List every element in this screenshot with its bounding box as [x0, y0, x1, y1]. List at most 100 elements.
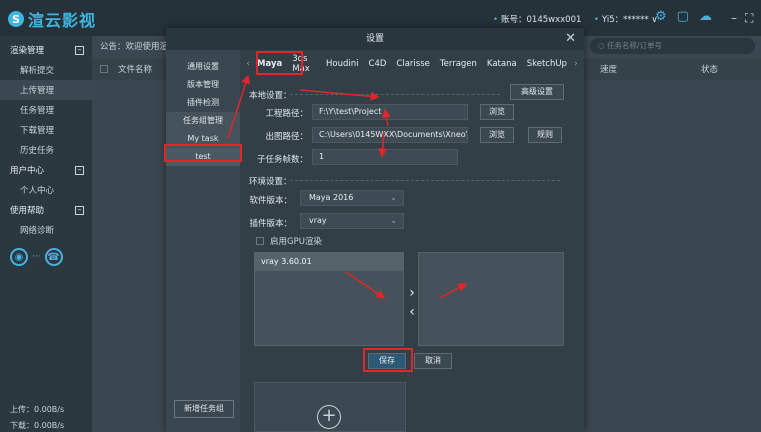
file-list-header: 文件名称	[92, 58, 166, 80]
plugin-version-value: vray	[309, 216, 327, 225]
sidebar-item-download[interactable]: 下载管理	[0, 120, 92, 140]
tab-3dsmax[interactable]: 3ds Max	[287, 54, 321, 74]
cloud-icon[interactable]: ☁	[699, 9, 712, 24]
upload-speed: 上传：0.00B/s	[10, 405, 65, 414]
env-settings-label: 环境设置：	[249, 177, 292, 187]
gpu-render-label: 启用GPU渲染	[270, 237, 322, 247]
divider	[290, 94, 500, 95]
search-icon: ○	[598, 41, 607, 50]
gift-icon[interactable]: ▢	[677, 9, 689, 24]
tab-maya[interactable]: Maya	[252, 59, 287, 69]
add-config-card[interactable]: +	[254, 382, 406, 432]
plugin-version-label: 插件版本：	[249, 219, 292, 229]
settings-menu: 通用设置 版本管理 插件检测 任务组管理 My task test 新增任务组	[166, 50, 240, 432]
project-path-label: 工程路径：	[265, 109, 308, 119]
available-plugin-list[interactable]: vray 3.60.01	[254, 252, 404, 346]
sidebar-group-label: 使用帮助	[10, 206, 45, 216]
advanced-settings-button[interactable]: 高级设置	[510, 84, 564, 100]
subframes-input[interactable]: 1	[312, 149, 458, 165]
plus-icon[interactable]: +	[317, 405, 341, 429]
sidebar-group-help[interactable]: 使用帮助 –	[0, 200, 92, 220]
save-button[interactable]: 保存	[368, 353, 406, 369]
move-left-icon[interactable]: ‹	[405, 304, 419, 320]
chevron-down-icon: ⌄	[390, 193, 397, 202]
subframes-label: 子任务帧数：	[256, 155, 308, 165]
tab-sketchup[interactable]: SketchUp	[522, 59, 572, 69]
tab-next-icon[interactable]: ›	[572, 59, 580, 69]
software-version-select[interactable]: Maya 2016 ⌄	[300, 190, 404, 206]
sidebar-item-network[interactable]: 网络诊断	[0, 220, 92, 240]
sidebar-group-label: 用户中心	[10, 166, 45, 176]
menu-task-group[interactable]: 任务组管理	[166, 112, 240, 130]
logo-icon: S	[8, 11, 24, 27]
app-logo: S 渲云影视	[8, 7, 96, 31]
collapse-icon[interactable]: –	[75, 205, 84, 215]
menu-version[interactable]: 版本管理	[166, 76, 240, 94]
menu-plugin-check[interactable]: 插件检测	[166, 94, 240, 112]
sidebar-group-label: 渲染管理	[10, 46, 45, 56]
sidebar-item-parse[interactable]: 解析提交	[0, 60, 92, 80]
project-browse-button[interactable]: 浏览	[480, 104, 514, 120]
sidebar-item-history[interactable]: 历史任务	[0, 140, 92, 160]
collapse-icon[interactable]: –	[75, 165, 84, 175]
account-label: • 账号：0145wxx001	[493, 15, 582, 25]
minimize-icon[interactable]: –	[731, 11, 737, 26]
sidebar-item-profile[interactable]: 个人中心	[0, 180, 92, 200]
tab-terragen[interactable]: Terragen	[435, 59, 482, 69]
divider	[290, 180, 560, 181]
close-icon[interactable]: ✕	[565, 31, 576, 46]
move-right-icon[interactable]: ›	[405, 285, 419, 301]
dialog-title: 设置	[166, 28, 584, 50]
local-settings-label: 本地设置：	[249, 91, 292, 101]
chevron-down-icon: ⌄	[390, 216, 397, 225]
cancel-button[interactable]: 取消	[414, 353, 452, 369]
sidebar: 渲染管理 – 解析提交 上传管理 任务管理 下载管理 历史任务 用户中心 – 个…	[0, 36, 92, 432]
sidebar-item-tasks[interactable]: 任务管理	[0, 100, 92, 120]
settings-dialog: 设置 ✕ 通用设置 版本管理 插件检测 任务组管理 My task test 新…	[166, 28, 584, 432]
output-path-input[interactable]: C:\Users\0145WXX\Documents\XneoYs\任	[312, 127, 468, 143]
user-text: Yi5：****** ∨	[602, 15, 658, 25]
software-tabs: ‹ Maya 3ds Max Houdini C4D Clarisse Terr…	[244, 54, 580, 74]
select-all-checkbox[interactable]	[100, 65, 108, 73]
search-input[interactable]: ○ 任务名称/订单号	[590, 38, 755, 54]
rules-button[interactable]: 规则	[528, 127, 562, 143]
gpu-render-option[interactable]: 启用GPU渲染	[256, 235, 322, 247]
collapse-icon[interactable]: –	[75, 45, 84, 55]
output-path-label: 出图路径：	[265, 132, 308, 142]
user-menu[interactable]: • Yi5：****** ∨	[594, 13, 658, 25]
chat-icon[interactable]: ◉	[10, 248, 28, 266]
menu-my-task[interactable]: My task	[166, 130, 240, 148]
settings-icon[interactable]: ⚙	[655, 9, 667, 24]
tab-c4d[interactable]: C4D	[364, 59, 392, 69]
task-list-header: 速度 状态	[584, 58, 761, 80]
sidebar-item-upload[interactable]: 上传管理	[0, 80, 92, 100]
maximize-icon[interactable]: ⛶	[745, 11, 753, 26]
menu-general[interactable]: 通用设置	[166, 58, 240, 76]
account-text: 账号：0145wxx001	[501, 15, 582, 25]
transfer-speeds: 上传：0.00B/s 下载：0.00B/s	[10, 402, 64, 432]
sidebar-group-render[interactable]: 渲染管理 –	[0, 40, 92, 60]
tab-prev-icon[interactable]: ‹	[244, 59, 252, 69]
tab-houdini[interactable]: Houdini	[321, 59, 364, 69]
status-column: 状态	[701, 65, 719, 75]
plugin-version-select[interactable]: vray ⌄	[300, 213, 404, 229]
download-speed: 下载：0.00B/s	[10, 421, 65, 430]
project-path-input[interactable]: F:\Y\test\Project	[312, 104, 468, 120]
tab-katana[interactable]: Katana	[482, 59, 522, 69]
menu-test[interactable]: test	[166, 148, 240, 166]
file-name-column: 文件名称	[118, 65, 153, 75]
speed-column: 速度	[600, 65, 618, 75]
app-name: 渲云影视	[28, 11, 97, 30]
tab-clarisse[interactable]: Clarisse	[391, 59, 434, 69]
ellipsis-icon: ···	[32, 252, 41, 262]
software-version-label: 软件版本：	[249, 196, 292, 206]
list-item[interactable]: vray 3.60.01	[255, 253, 403, 271]
search-placeholder: 任务名称/订单号	[606, 41, 662, 50]
phone-icon[interactable]: ☎	[44, 248, 63, 266]
selected-plugin-list[interactable]	[418, 252, 564, 346]
gpu-render-checkbox[interactable]	[256, 237, 264, 245]
software-version-value: Maya 2016	[309, 193, 354, 202]
sidebar-group-user[interactable]: 用户中心 –	[0, 160, 92, 180]
output-browse-button[interactable]: 浏览	[480, 127, 514, 143]
new-task-group-button[interactable]: 新增任务组	[174, 400, 234, 418]
